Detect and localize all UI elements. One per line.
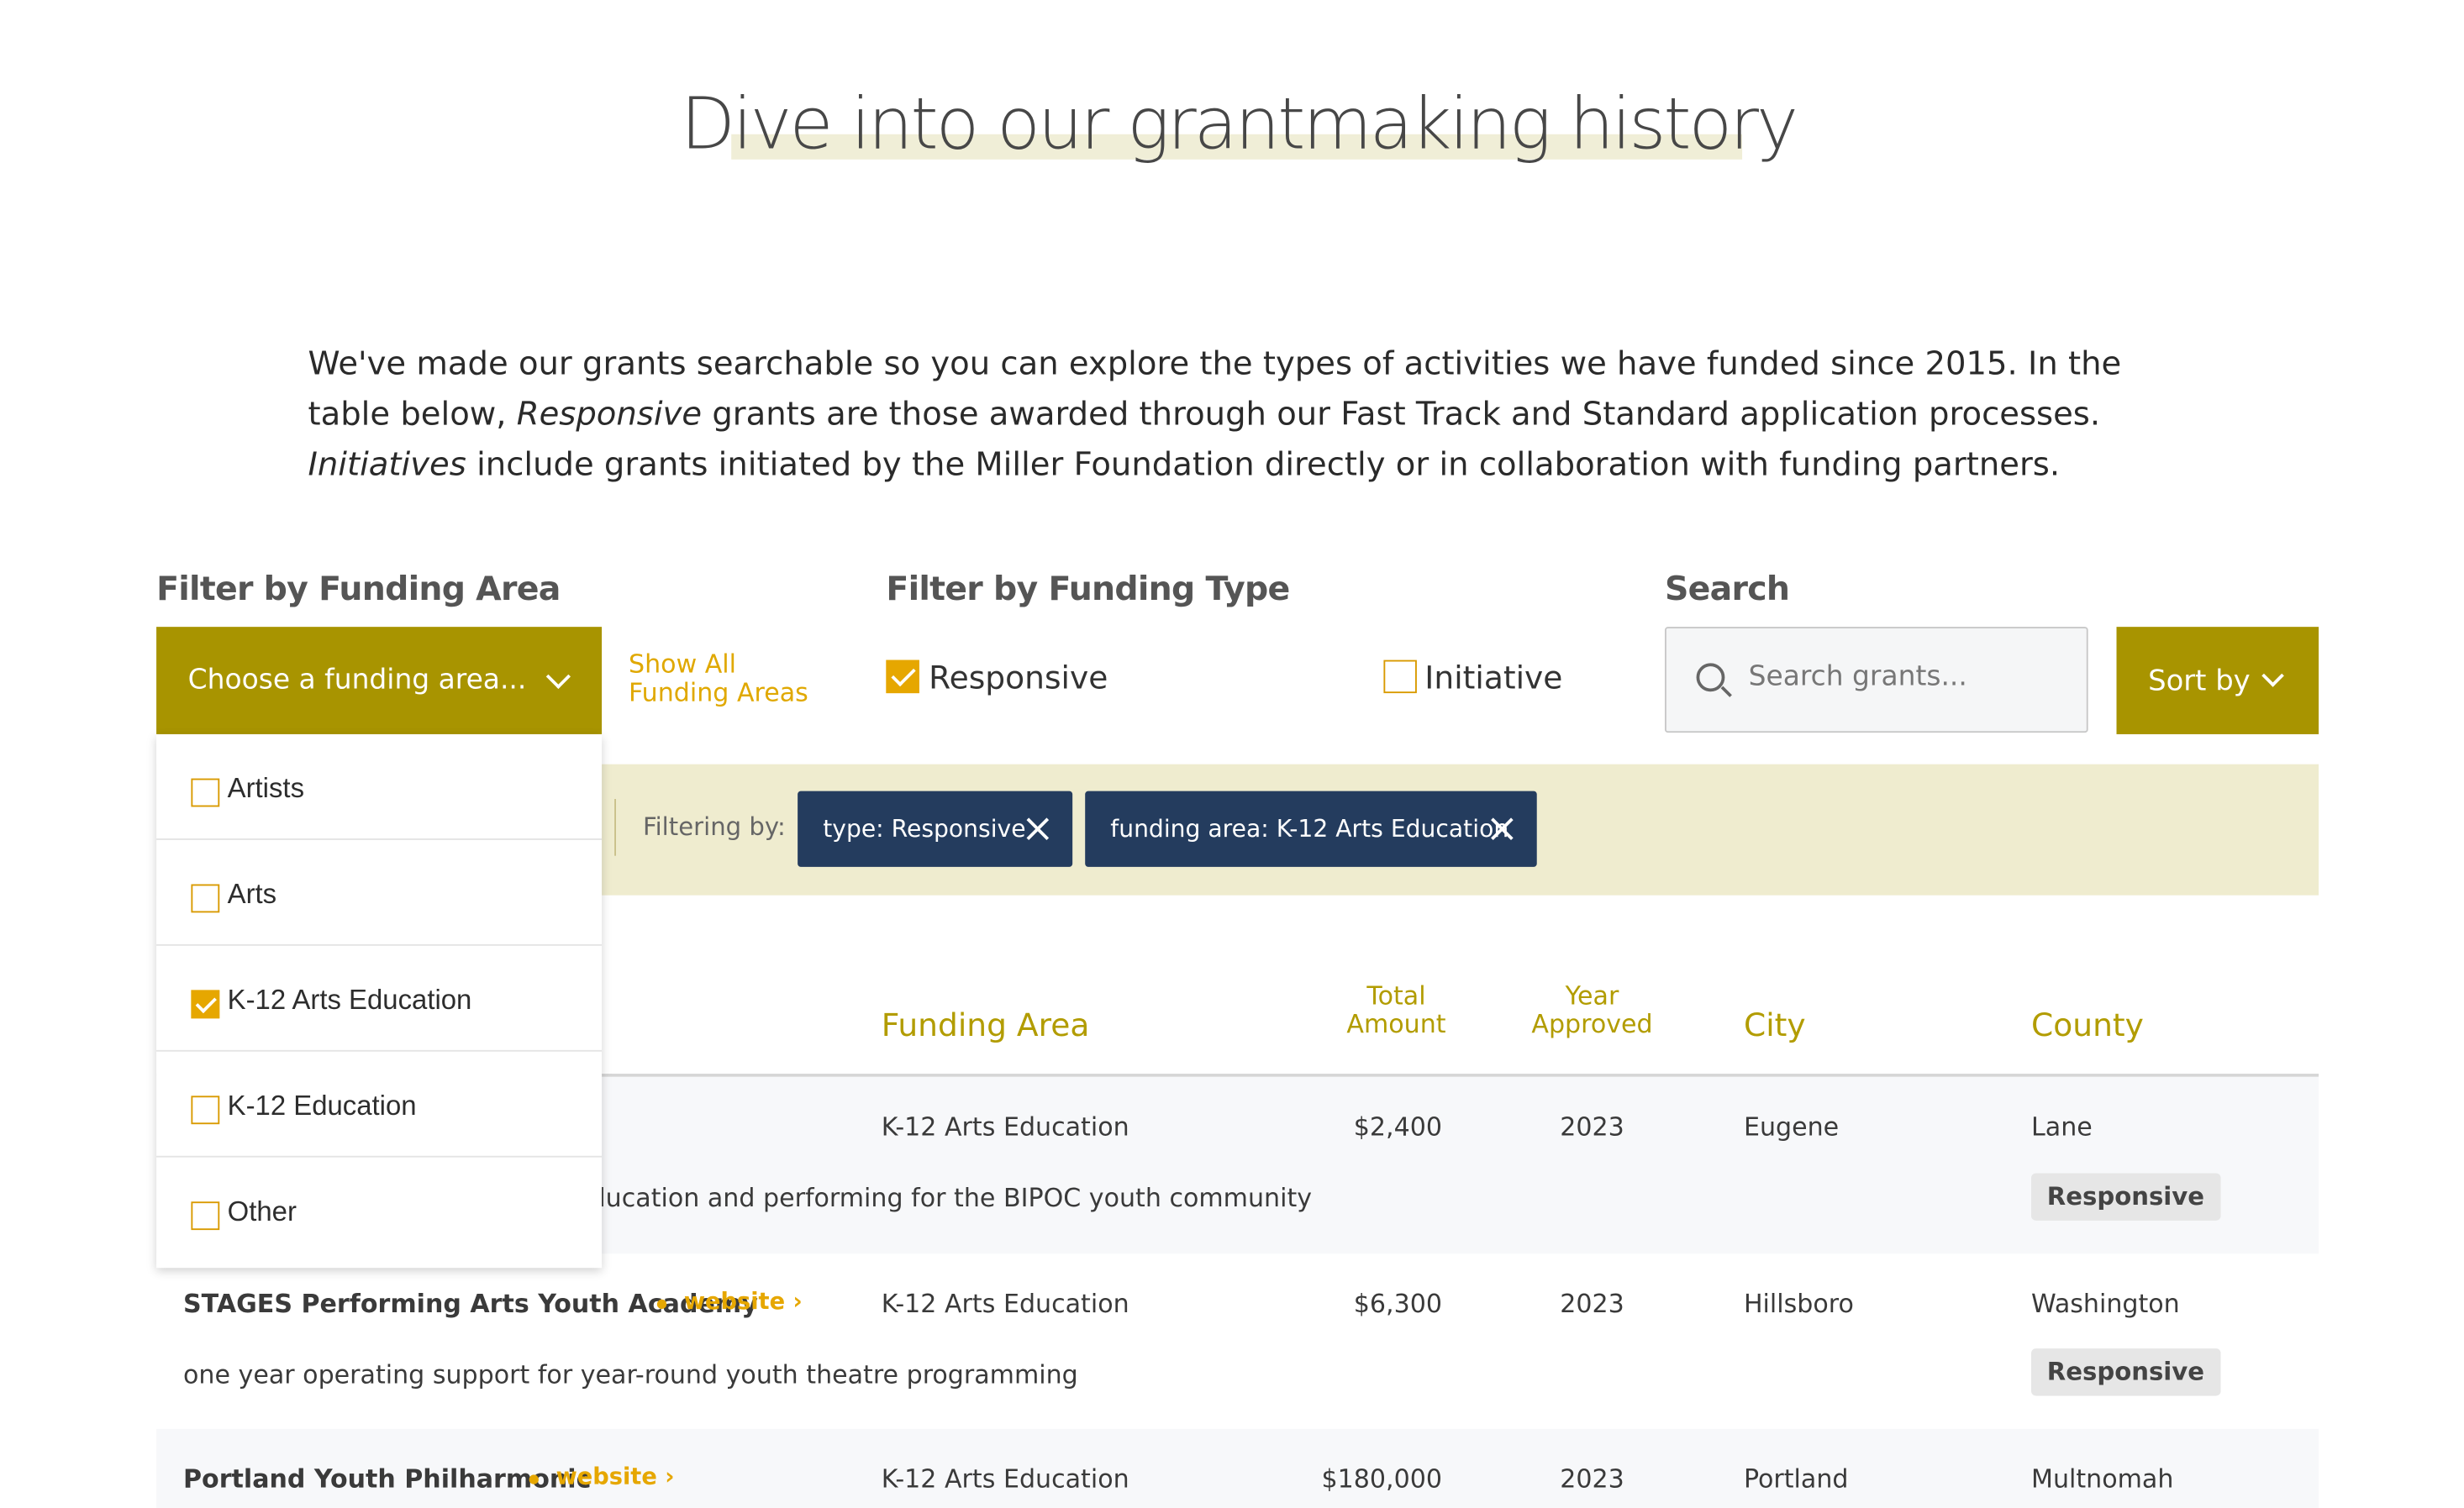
- website-link[interactable]: website ›: [556, 1465, 675, 1490]
- city-cell: Eugene: [1743, 1111, 1840, 1142]
- funding-area-dropdown: Artists Arts K-12 Arts Education K-12 Ed…: [156, 733, 603, 1269]
- intro-emphasis-responsive: Responsive: [516, 394, 703, 433]
- show-all-line-1: Show All: [629, 649, 737, 680]
- amount-cell: $180,000: [1321, 1463, 1442, 1494]
- dropdown-item-label: K-12 Education: [227, 1089, 417, 1122]
- amount-cell: $2,400: [1353, 1111, 1442, 1142]
- year-cell: 2023: [1560, 1463, 1624, 1494]
- intro-text-3: include grants initiated by the Miller F…: [466, 445, 2061, 484]
- total-amount-line-2: Amount: [1346, 1008, 1446, 1039]
- initiative-checkbox-label[interactable]: Initiative: [1424, 659, 1562, 696]
- responsive-checkbox-label[interactable]: Responsive: [929, 659, 1108, 696]
- responsive-checkbox[interactable]: [886, 659, 919, 694]
- amount-cell: $6,300: [1353, 1288, 1442, 1319]
- k12-arts-education-checkbox[interactable]: [191, 990, 220, 1019]
- k12-education-checkbox[interactable]: [191, 1096, 220, 1125]
- table-row: STAGES Performing Arts Youth Academy web…: [156, 1253, 2319, 1429]
- dropdown-item-k12-arts-education[interactable]: K-12 Arts Education: [156, 946, 603, 1052]
- intro-text-2: grants are those awarded through our Fas…: [702, 394, 2101, 433]
- sort-by-label: Sort by: [2148, 664, 2251, 697]
- column-header-funding-area[interactable]: Funding Area: [882, 1006, 1090, 1043]
- filter-chip-type[interactable]: type: Responsive: [798, 791, 1073, 867]
- sort-by-button[interactable]: Sort by: [2116, 627, 2319, 734]
- funding-area-select-label: Choose a funding area...: [187, 665, 527, 696]
- chevron-down-icon: [2261, 665, 2284, 687]
- city-cell: Hillsboro: [1743, 1288, 1854, 1319]
- filter-chip-funding-area-label: funding area: K-12 Arts Education: [1110, 814, 1509, 843]
- year-line-2: Approved: [1531, 1008, 1653, 1039]
- intro-paragraph: We've made our grants searchable so you …: [308, 338, 2188, 489]
- funding-type-filter-label: Filter by Funding Type: [886, 570, 1290, 608]
- table-row: Portland Youth Philharmonic website › K-…: [156, 1428, 2319, 1508]
- search-label: Search: [1664, 570, 1790, 608]
- description-cell: one year operating support for year-roun…: [183, 1359, 1078, 1390]
- show-all-line-2: Funding Areas: [629, 677, 808, 708]
- county-cell: Multnomah: [2031, 1463, 2174, 1494]
- other-checkbox[interactable]: [191, 1201, 220, 1231]
- dropdown-item-label: Artists: [227, 772, 305, 804]
- funding-area-select[interactable]: Choose a funding area...: [156, 627, 603, 734]
- chevron-down-icon: [545, 664, 571, 689]
- funding-area-cell: K-12 Arts Education: [881, 1111, 1129, 1142]
- dropdown-item-artists[interactable]: Artists: [156, 734, 603, 840]
- county-cell: Washington: [2031, 1288, 2180, 1319]
- close-icon[interactable]: [1025, 817, 1050, 842]
- filter-chip-type-label: type: Responsive: [823, 814, 1026, 843]
- dropdown-item-label: K-12 Arts Education: [227, 983, 472, 1016]
- close-icon[interactable]: [1489, 817, 1514, 842]
- status-badge: Responsive: [2031, 1348, 2220, 1396]
- description-cell: lucation and performing for the BIPOC yo…: [598, 1182, 1313, 1213]
- search-box: [1664, 627, 2088, 733]
- initiative-checkbox[interactable]: [1383, 659, 1417, 694]
- funding-area-cell: K-12 Arts Education: [881, 1288, 1129, 1319]
- funding-area-filter-label: Filter by Funding Area: [156, 570, 561, 608]
- dropdown-item-label: Other: [227, 1195, 297, 1227]
- column-header-county[interactable]: County: [2031, 1006, 2144, 1043]
- page: Dive into our grantmaking history We've …: [0, 0, 2464, 1508]
- page-title: Dive into our grantmaking history: [680, 81, 1798, 166]
- year-line-1: Year: [1565, 980, 1619, 1011]
- separator-dot: [656, 1299, 667, 1310]
- intro-emphasis-initiatives: Initiatives: [308, 445, 466, 484]
- search-input[interactable]: [1745, 659, 2068, 695]
- dropdown-item-other[interactable]: Other: [156, 1158, 602, 1264]
- funding-area-cell: K-12 Arts Education: [881, 1463, 1129, 1494]
- year-cell: 2023: [1560, 1288, 1624, 1319]
- filter-bar-divider: [614, 799, 616, 856]
- artists-checkbox[interactable]: [191, 778, 220, 807]
- status-badge: Responsive: [2031, 1173, 2220, 1221]
- year-cell: 2023: [1560, 1111, 1624, 1142]
- arts-checkbox[interactable]: [191, 884, 220, 913]
- dropdown-item-arts[interactable]: Arts: [156, 840, 603, 946]
- filtering-by-label: Filtering by:: [642, 812, 786, 842]
- column-header-total-amount[interactable]: Total Amount: [1333, 980, 1459, 1039]
- dropdown-item-label: Arts: [227, 877, 277, 910]
- city-cell: Portland: [1743, 1463, 1849, 1494]
- dropdown-item-k12-education[interactable]: K-12 Education: [156, 1052, 603, 1158]
- separator-dot: [529, 1474, 539, 1484]
- search-icon: [1696, 663, 1725, 692]
- column-header-year-approved[interactable]: Year Approved: [1529, 980, 1655, 1039]
- grantee-name: STAGES Performing Arts Youth Academy: [183, 1288, 758, 1319]
- county-cell: Lane: [2031, 1111, 2093, 1142]
- column-header-city[interactable]: City: [1744, 1006, 1806, 1043]
- filter-chip-funding-area[interactable]: funding area: K-12 Arts Education: [1085, 791, 1537, 867]
- show-all-funding-areas-link[interactable]: Show All Funding Areas: [629, 649, 808, 708]
- website-link[interactable]: website ›: [684, 1290, 803, 1316]
- total-amount-line-1: Total: [1366, 980, 1426, 1011]
